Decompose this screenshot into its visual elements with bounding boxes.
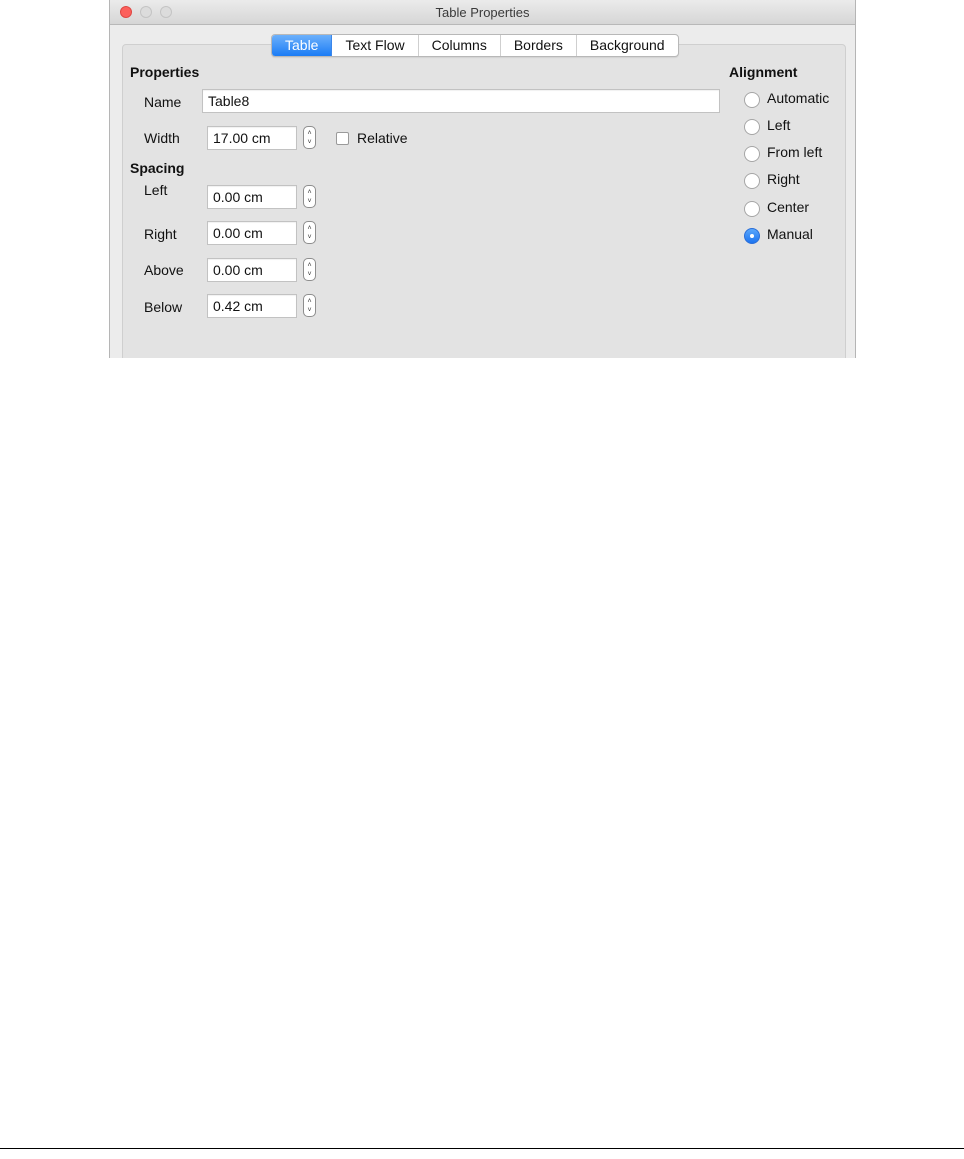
title-bar[interactable]: Table Properties bbox=[110, 0, 855, 25]
spacing-above-stepper[interactable]: ˄ ˅ bbox=[303, 258, 316, 281]
name-label: Name bbox=[144, 94, 182, 110]
spacing-left-stepper[interactable]: ˄ ˅ bbox=[303, 185, 316, 208]
alignment-right-radio[interactable] bbox=[744, 173, 760, 189]
tab-borders[interactable]: Borders bbox=[501, 35, 577, 56]
tab-table[interactable]: Table bbox=[272, 35, 333, 56]
alignment-left-radio[interactable] bbox=[744, 119, 760, 135]
spacing-below-stepper[interactable]: ˄ ˅ bbox=[303, 294, 316, 317]
alignment-manual-label: Manual bbox=[767, 226, 813, 242]
spacing-above-label: Above bbox=[144, 262, 184, 278]
spacing-above-field[interactable]: 0.00 cm bbox=[207, 258, 297, 282]
spacing-right-stepper[interactable]: ˄ ˅ bbox=[303, 221, 316, 244]
alignment-center-radio[interactable] bbox=[744, 201, 760, 217]
properties-header: Properties bbox=[130, 64, 200, 80]
spacing-left-label: Left bbox=[144, 182, 168, 198]
table-properties-dialog: Table Properties Table Text Flow Columns… bbox=[109, 0, 856, 358]
tab-bar: Table Text Flow Columns Borders Backgrou… bbox=[271, 34, 679, 57]
width-label: Width bbox=[144, 130, 180, 146]
tab-columns[interactable]: Columns bbox=[419, 35, 501, 56]
page-footer-rule bbox=[0, 1148, 964, 1149]
spacing-below-label: Below bbox=[144, 299, 183, 315]
spacing-below-field[interactable]: 0.42 cm bbox=[207, 294, 297, 318]
alignment-automatic-radio[interactable] bbox=[744, 92, 760, 108]
width-field[interactable]: 17.00 cm bbox=[207, 126, 297, 150]
spacing-right-field[interactable]: 0.00 cm bbox=[207, 221, 297, 245]
alignment-from-left-radio[interactable] bbox=[744, 146, 760, 162]
spacing-left-field[interactable]: 0.00 cm bbox=[207, 185, 297, 209]
spacing-header: Spacing bbox=[130, 160, 185, 176]
name-field[interactable]: Table8 bbox=[202, 89, 720, 113]
tab-background[interactable]: Background bbox=[577, 35, 678, 56]
spacing-right-label: Right bbox=[144, 226, 177, 242]
width-stepper[interactable]: ˄ ˅ bbox=[303, 126, 316, 149]
alignment-header: Alignment bbox=[729, 64, 798, 80]
relative-label: Relative bbox=[357, 130, 408, 146]
alignment-center-label: Center bbox=[767, 199, 810, 215]
alignment-left-label: Left bbox=[767, 117, 791, 133]
alignment-from-left-label: From left bbox=[767, 144, 823, 160]
alignment-automatic-label: Automatic bbox=[767, 90, 830, 106]
alignment-right-label: Right bbox=[767, 171, 800, 187]
window-title: Table Properties bbox=[435, 5, 530, 20]
tab-text-flow[interactable]: Text Flow bbox=[332, 35, 419, 56]
relative-checkbox[interactable] bbox=[336, 132, 349, 145]
alignment-manual-radio[interactable] bbox=[744, 228, 760, 244]
